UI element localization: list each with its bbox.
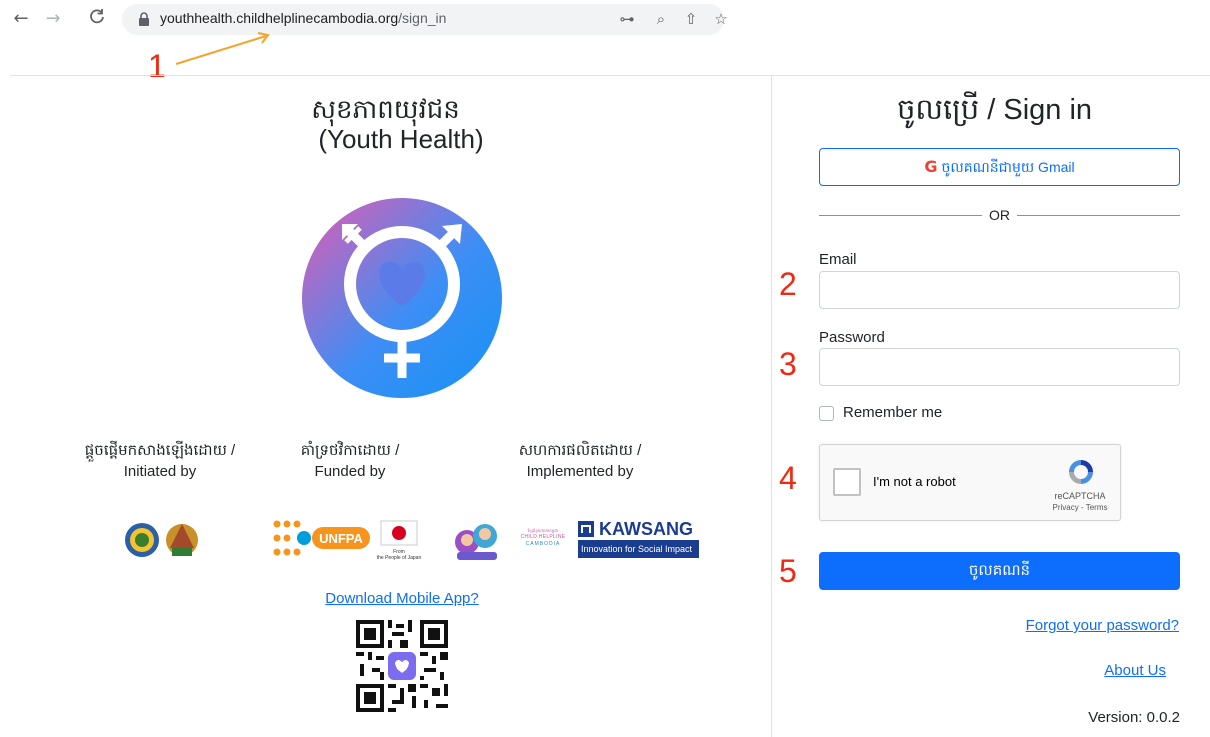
about-us-link[interactable]: About Us (1060, 662, 1166, 679)
kawsang-wordmark: KAWSANG (578, 518, 699, 540)
or-text: OR (989, 207, 1010, 223)
recaptcha-checkbox[interactable] (833, 468, 861, 496)
credit-initiated-khmer: ផ្តួចផ្តើមកសាងឡើងដោយ / (84, 442, 236, 459)
japan-flag-logo: From the People of Japan (370, 519, 428, 565)
gmail-button-label: ចូលគណនីជាមួយ Gmail (941, 159, 1075, 175)
password-label: Password (819, 329, 885, 346)
remember-me-checkbox[interactable] (819, 406, 834, 421)
recaptcha-icon (1069, 460, 1093, 484)
annotation-3: 3 (779, 346, 797, 382)
panel-divider (771, 76, 772, 737)
unfpa-logo: UNFPA (273, 520, 370, 556)
gmail-signin-button[interactable]: G ចូលគណនីជាមួយ Gmail (819, 148, 1180, 186)
google-icon: G (924, 157, 938, 176)
credit-funded-english: Funded by (314, 463, 386, 480)
reload-icon[interactable] (86, 8, 108, 30)
email-label: Email (819, 251, 857, 268)
credit-funded: គាំទ្រថវិកាដោយ / Funded by (270, 440, 430, 482)
version-text: Version: 0.0.2 (1088, 709, 1180, 726)
annotation-2: 2 (779, 266, 797, 302)
back-arrow-icon[interactable]: ← (10, 8, 32, 30)
password-field[interactable] (819, 348, 1180, 386)
url-host: youthhealth.childhelplinecambodia.org (160, 10, 399, 26)
download-app-link[interactable]: Download Mobile App? (300, 590, 504, 607)
kawsang-mark-icon (578, 521, 594, 537)
url-path: /sign_in (398, 10, 447, 26)
youth-health-logo (302, 198, 502, 398)
annotation-arrow-1 (175, 32, 270, 65)
email-field[interactable] (819, 271, 1180, 309)
qr-code (356, 620, 448, 712)
japan-caption-2: the People of Japan (376, 555, 422, 561)
zoom-icon[interactable]: ⌕ (652, 10, 670, 28)
child-helpline-country: CAMBODIA (525, 541, 561, 547)
credit-funded-khmer: គាំទ្រថវិកាដោយ / (300, 442, 400, 459)
kawsang-logo: KAWSANG Innovation for Social Impact (578, 518, 699, 561)
remember-me-label[interactable]: Remember me (843, 404, 942, 421)
or-divider-right (1017, 215, 1180, 216)
forward-arrow-icon[interactable]: → (42, 8, 64, 30)
kawsang-tagline: Innovation for Social Impact (578, 540, 699, 558)
lock-icon (139, 12, 149, 26)
recaptcha-brand: reCAPTCHA (1054, 491, 1106, 501)
signin-title: ចូលប្រើ / Sign in (896, 94, 1093, 126)
recaptcha-widget: I'm not a robot reCAPTCHA Privacy - Term… (819, 444, 1121, 521)
unfpa-text: UNFPA (319, 531, 363, 546)
reload-icon-svg (90, 9, 104, 24)
credit-implemented-khmer: សហការផលិតដោយ / (518, 442, 642, 459)
credit-initiated: ផ្តួចផ្តើមកសាងឡើងដោយ / Initiated by (70, 440, 250, 482)
credit-initiated-english: Initiated by (123, 463, 197, 480)
recaptcha-label: I'm not a robot (873, 474, 956, 489)
annotation-1: 1 (148, 48, 166, 84)
credit-implemented: សហការផលិតដោយ / Implemented by (480, 440, 680, 482)
child-helpline-logo: ខ្សែជំនួយកុមារកម្ពុជា CHILD HELPLINE CAM… (508, 528, 578, 558)
brand-title-khmer: សុខភាពយុវជន (311, 94, 460, 124)
child-helpline-text: CHILD HELPLINE (520, 534, 566, 540)
key-icon[interactable]: ⊶ (618, 10, 636, 28)
signin-submit-button[interactable]: ចូលគណនី (819, 552, 1180, 590)
brand-subtitle: (Youth Health) (318, 124, 484, 154)
recaptcha-privacy-terms[interactable]: Privacy - Terms (1042, 503, 1118, 512)
header-divider (10, 75, 1210, 76)
url-text[interactable]: youthhealth.childhelplinecambodia.org/si… (160, 10, 446, 26)
kawsang-text: KAWSANG (599, 519, 694, 539)
forgot-password-link[interactable]: Forgot your password? (960, 617, 1179, 634)
share-icon[interactable]: ⇧ (682, 10, 700, 28)
credit-implemented-english: Implemented by (526, 463, 634, 480)
japan-flag-icon (380, 520, 418, 546)
annotation-4: 4 (779, 460, 797, 496)
or-divider-left (819, 215, 982, 216)
youth-characters-logo (455, 524, 497, 560)
annotation-5: 5 (779, 553, 797, 589)
bookmark-star-icon[interactable]: ☆ (712, 10, 730, 28)
ministry-seals-logo (125, 523, 198, 557)
